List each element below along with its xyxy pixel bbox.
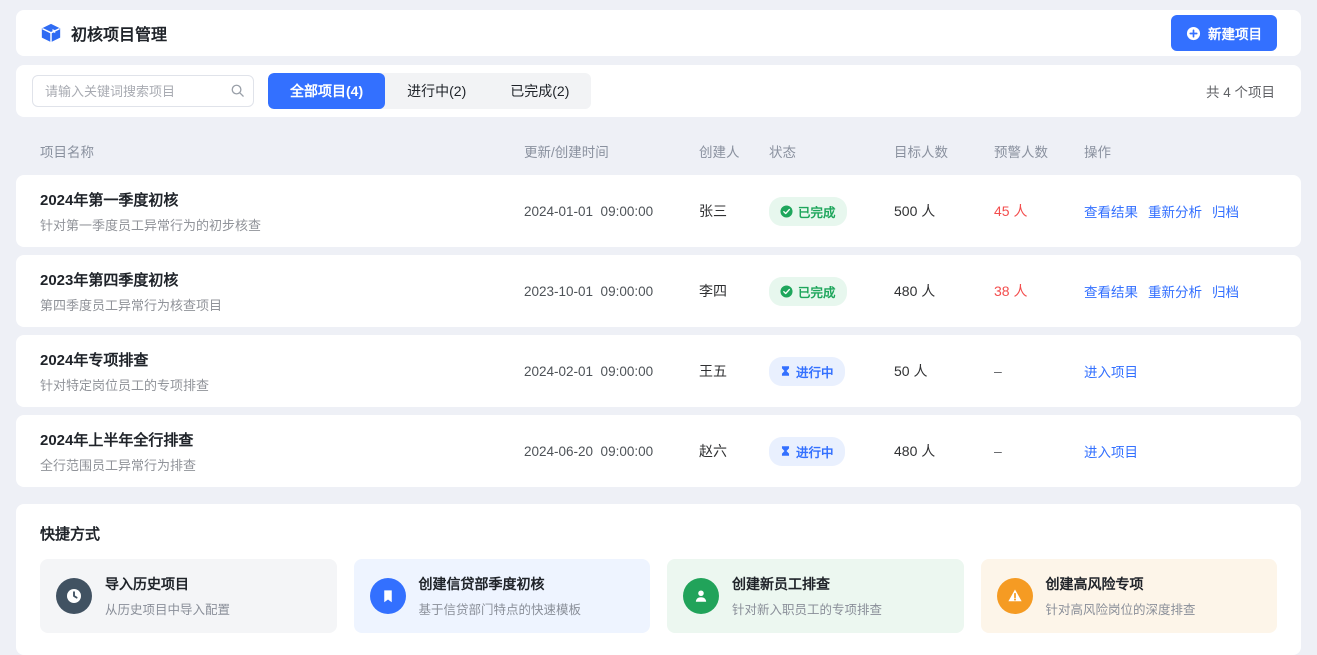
project-name: 2024年第一季度初核 <box>40 189 524 210</box>
table-row: 2024年第一季度初核 针对第一季度员工异常行为的初步核查 2024-01-01… <box>16 175 1301 247</box>
shortcut-credit-dept-review[interactable]: 创建信贷部季度初核 基于信贷部门特点的快速模板 <box>354 559 651 633</box>
tab-all-projects[interactable]: 全部项目(4) <box>268 73 385 109</box>
hourglass-icon <box>780 445 791 457</box>
target-count: 480 人 <box>894 441 994 461</box>
col-header-warning: 预警人数 <box>994 141 1084 161</box>
project-creator: 赵六 <box>699 441 769 461</box>
col-header-target: 目标人数 <box>894 141 994 161</box>
project-creator: 李四 <box>699 281 769 301</box>
target-count: 50 人 <box>894 361 994 381</box>
total-project-count: 共 4 个项目 <box>1206 81 1285 101</box>
enter-project-link[interactable]: 进入项目 <box>1084 361 1138 381</box>
project-creator: 王五 <box>699 361 769 381</box>
project-name: 2023年第四季度初核 <box>40 269 524 290</box>
hourglass-icon <box>780 365 791 377</box>
project-time: 2024-06-20 09:00:00 <box>524 444 699 459</box>
tab-completed[interactable]: 已完成(2) <box>488 73 591 109</box>
status-badge: 进行中 <box>769 357 845 386</box>
project-time: 2024-02-01 09:00:00 <box>524 364 699 379</box>
project-time: 2024-01-01 09:00:00 <box>524 204 699 219</box>
plus-circle-icon <box>1186 26 1201 41</box>
table-header: 项目名称 更新/创建时间 创建人 状态 目标人数 预警人数 操作 <box>16 127 1301 175</box>
toolbar: 全部项目(4) 进行中(2) 已完成(2) 共 4 个项目 <box>16 65 1301 117</box>
search-input[interactable] <box>32 75 254 107</box>
shortcut-title: 创建高风险专项 <box>1046 574 1196 594</box>
tab-in-progress[interactable]: 进行中(2) <box>385 73 488 109</box>
project-name: 2024年上半年全行排查 <box>40 429 524 450</box>
shortcut-desc: 针对新入职员工的专项排查 <box>732 599 882 618</box>
new-project-label: 新建项目 <box>1208 23 1262 43</box>
table-row: 2023年第四季度初核 第四季度员工异常行为核查项目 2023-10-01 09… <box>16 255 1301 327</box>
table-row: 2024年上半年全行排查 全行范围员工异常行为排查 2024-06-20 09:… <box>16 415 1301 487</box>
target-count: 500 人 <box>894 201 994 221</box>
col-header-creator: 创建人 <box>699 141 769 161</box>
project-creator: 张三 <box>699 201 769 221</box>
project-desc: 针对特定岗位员工的专项排查 <box>40 375 524 394</box>
col-header-time: 更新/创建时间 <box>524 141 699 161</box>
search-icon[interactable] <box>230 83 245 101</box>
check-circle-icon <box>780 205 793 218</box>
status-label: 进行中 <box>796 362 834 381</box>
view-results-link[interactable]: 查看结果 <box>1084 281 1138 301</box>
col-header-status: 状态 <box>769 141 894 161</box>
project-name: 2024年专项排查 <box>40 349 524 370</box>
new-project-button[interactable]: 新建项目 <box>1171 15 1277 51</box>
project-desc: 全行范围员工异常行为排查 <box>40 455 524 474</box>
shortcut-title: 创建新员工排查 <box>732 574 882 594</box>
col-header-actions: 操作 <box>1084 141 1277 161</box>
reanalyze-link[interactable]: 重新分析 <box>1148 201 1202 221</box>
check-circle-icon <box>780 285 793 298</box>
user-icon <box>683 578 719 614</box>
warning-icon <box>997 578 1033 614</box>
shortcut-title: 创建信贷部季度初核 <box>419 574 582 594</box>
shortcut-new-employee-screening[interactable]: 创建新员工排查 针对新入职员工的专项排查 <box>667 559 964 633</box>
page-title: 初核项目管理 <box>71 21 167 45</box>
warning-count: – <box>994 363 1084 379</box>
view-results-link[interactable]: 查看结果 <box>1084 201 1138 221</box>
status-label: 已完成 <box>798 282 836 301</box>
shortcut-title: 导入历史项目 <box>105 574 230 594</box>
clock-icon <box>56 578 92 614</box>
app-cube-icon <box>40 22 62 44</box>
status-badge: 进行中 <box>769 437 845 466</box>
warning-count: 38 人 <box>994 281 1084 301</box>
shortcut-desc: 针对高风险岗位的深度排查 <box>1046 599 1196 618</box>
title-bar: 初核项目管理 新建项目 <box>16 10 1301 56</box>
status-badge: 已完成 <box>769 277 847 306</box>
status-badge: 已完成 <box>769 197 847 226</box>
project-desc: 第四季度员工异常行为核查项目 <box>40 295 524 314</box>
enter-project-link[interactable]: 进入项目 <box>1084 441 1138 461</box>
shortcut-high-risk-special[interactable]: 创建高风险专项 针对高风险岗位的深度排查 <box>981 559 1278 633</box>
bookmark-icon <box>370 578 406 614</box>
warning-count: 45 人 <box>994 201 1084 221</box>
archive-link[interactable]: 归档 <box>1212 201 1239 221</box>
shortcuts-heading: 快捷方式 <box>40 523 1277 544</box>
status-label: 已完成 <box>798 202 836 221</box>
shortcut-desc: 基于信贷部门特点的快速模板 <box>419 599 582 618</box>
table-row: 2024年专项排查 针对特定岗位员工的专项排查 2024-02-01 09:00… <box>16 335 1301 407</box>
warning-count: – <box>994 443 1084 459</box>
project-filter-tabs: 全部项目(4) 进行中(2) 已完成(2) <box>268 73 591 109</box>
reanalyze-link[interactable]: 重新分析 <box>1148 281 1202 301</box>
project-time: 2023-10-01 09:00:00 <box>524 284 699 299</box>
status-label: 进行中 <box>796 442 834 461</box>
shortcut-import-history[interactable]: 导入历史项目 从历史项目中导入配置 <box>40 559 337 633</box>
search-box <box>32 75 254 107</box>
shortcuts-panel: 快捷方式 导入历史项目 从历史项目中导入配置 创建信贷部季度初核 <box>16 504 1301 655</box>
shortcut-desc: 从历史项目中导入配置 <box>105 599 230 618</box>
project-desc: 针对第一季度员工异常行为的初步核查 <box>40 215 524 234</box>
target-count: 480 人 <box>894 281 994 301</box>
archive-link[interactable]: 归档 <box>1212 281 1239 301</box>
col-header-project-name: 项目名称 <box>40 141 524 161</box>
